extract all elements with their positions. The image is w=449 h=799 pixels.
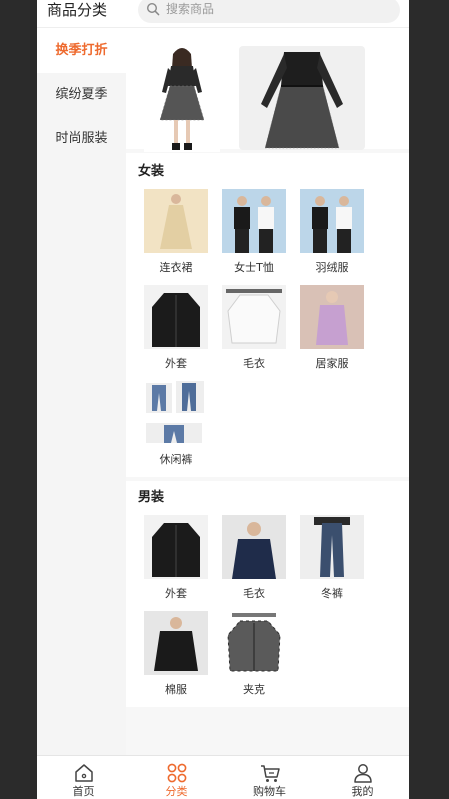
category-label: 羽绒服 xyxy=(315,261,349,274)
tab-profile[interactable]: 我的 xyxy=(316,756,409,799)
down-jacket-image xyxy=(300,189,364,253)
category-label: 毛衣 xyxy=(243,587,265,600)
tab-label: 我的 xyxy=(351,785,374,798)
dress-image xyxy=(144,189,208,253)
tab-label: 购物车 xyxy=(253,785,286,798)
page-title: 商品分类 xyxy=(47,1,108,19)
category-label: 外套 xyxy=(165,587,187,600)
search-input[interactable]: 搜索商品 xyxy=(138,0,400,23)
sidebar-item-season-sale[interactable]: 换季打折 xyxy=(37,29,126,73)
home-icon xyxy=(75,764,93,782)
coat-image xyxy=(144,285,208,349)
winter-pants-image xyxy=(300,515,364,579)
category-label: 连衣裙 xyxy=(159,261,193,274)
cart-icon xyxy=(261,765,280,782)
jacket-image xyxy=(222,611,286,675)
sweater-image xyxy=(222,285,286,349)
user-icon xyxy=(354,764,372,783)
tab-label: 分类 xyxy=(165,785,188,798)
tshirt-image xyxy=(222,189,286,253)
category-content: 女装 连衣裙 女士T恤 羽绒服 外套 毛衣 居家服 休闲裤 男装 外套 毛衣 冬… xyxy=(126,29,409,755)
category-sidebar: 换季打折 缤纷夏季 时尚服装 xyxy=(37,29,126,755)
banner-dress-image xyxy=(239,46,365,150)
section-title-men: 男装 xyxy=(138,490,165,505)
tab-home[interactable]: 首页 xyxy=(37,756,130,799)
homewear-image xyxy=(300,285,364,349)
sidebar-item-fashion[interactable]: 时尚服装 xyxy=(37,117,126,161)
category-label: 冬裤 xyxy=(321,587,343,600)
category-label: 夹克 xyxy=(243,683,265,696)
search-icon xyxy=(146,2,160,16)
section-title-women: 女装 xyxy=(138,164,165,179)
banner-model-image xyxy=(144,44,220,152)
category-label: 毛衣 xyxy=(243,357,265,370)
tab-category[interactable]: 分类 xyxy=(130,756,223,799)
tab-label: 首页 xyxy=(72,785,95,798)
men-sweater-image xyxy=(222,515,286,579)
bottom-tab-bar: 首页 分类 购物车 我的 xyxy=(37,755,409,799)
category-label: 居家服 xyxy=(315,357,349,370)
section-women: 女装 连衣裙 女士T恤 羽绒服 外套 毛衣 居家服 休闲裤 xyxy=(126,153,409,477)
search-placeholder: 搜索商品 xyxy=(166,2,215,16)
men-coat-image xyxy=(144,515,208,579)
category-label: 外套 xyxy=(165,357,187,370)
category-label: 棉服 xyxy=(165,683,187,696)
section-men: 男装 外套 毛衣 冬裤 棉服 夹克 xyxy=(126,481,409,707)
category-label: 女士T恤 xyxy=(234,261,274,274)
category-label: 休闲裤 xyxy=(159,453,193,466)
tab-cart[interactable]: 购物车 xyxy=(223,756,316,799)
sidebar-item-summer[interactable]: 缤纷夏季 xyxy=(37,73,126,117)
header: 商品分类 搜索商品 xyxy=(37,0,409,28)
casual-pants-image xyxy=(144,381,208,445)
banner[interactable] xyxy=(126,29,409,152)
category-icon xyxy=(167,763,187,783)
app-screen: 商品分类 搜索商品 换季打折 缤纷夏季 时尚服装 女装 连衣裙 女士T恤 羽绒服… xyxy=(37,0,409,799)
padded-jacket-image xyxy=(144,611,208,675)
